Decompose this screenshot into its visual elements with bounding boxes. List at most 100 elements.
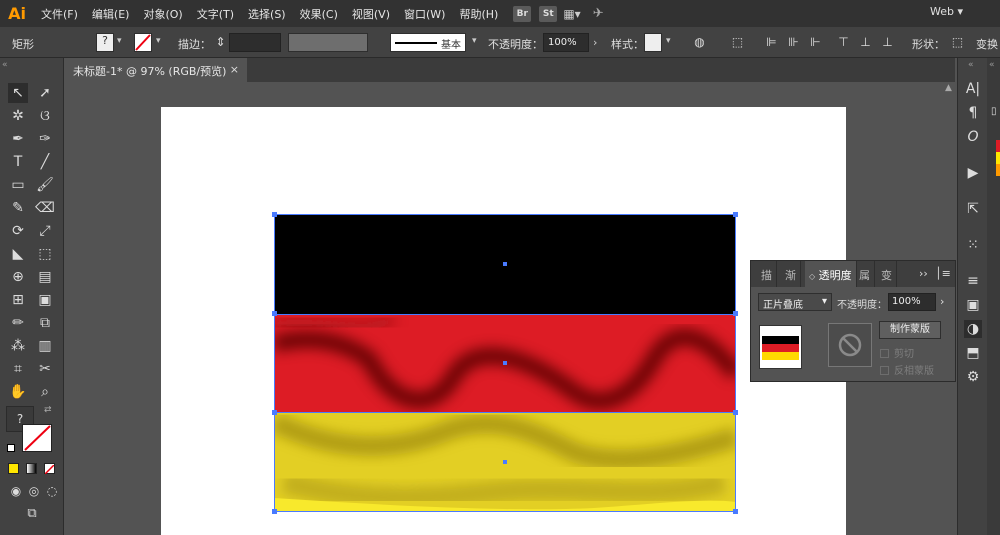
opacity-expand-icon[interactable]: › <box>593 36 597 49</box>
style-dropdown-icon[interactable]: ▾ <box>666 36 671 46</box>
pen-tool-icon[interactable]: ✒ <box>8 129 28 149</box>
make-mask-button[interactable]: 制作蒙版 <box>879 321 941 339</box>
character-panel-icon[interactable]: A| <box>964 80 982 98</box>
curvature-tool-icon[interactable]: ✑ <box>35 129 55 149</box>
menu-type[interactable]: 文字(T) <box>190 6 241 22</box>
brush-dropdown-icon[interactable]: ▾ <box>472 36 477 46</box>
menu-select[interactable]: 选择(S) <box>241 6 293 22</box>
opacity-mask-thumbnail[interactable] <box>828 323 872 367</box>
align-center-icon[interactable]: ⊪ <box>786 35 801 49</box>
shape-properties-icon[interactable]: ⬚ <box>950 35 965 49</box>
menu-object[interactable]: 对象(O) <box>136 6 189 22</box>
swatch-orange[interactable] <box>996 164 1000 176</box>
screen-mode-icon[interactable]: ⧉ <box>22 504 42 524</box>
resize-handle[interactable] <box>272 509 277 514</box>
invert-mask-checkbox[interactable]: 反相蒙版 <box>880 362 934 377</box>
column-graph-tool-icon[interactable]: ▥ <box>35 336 55 356</box>
menu-effect[interactable]: 效果(C) <box>293 6 345 22</box>
stroke-weight-stepper[interactable]: ⇕ <box>213 35 228 49</box>
artboards-panel-icon[interactable]: ⁙ <box>964 236 982 254</box>
gradient-tool-icon[interactable]: ▣ <box>35 290 55 310</box>
stroke-color-box[interactable] <box>22 424 52 452</box>
selection-tool-icon[interactable]: ↖ <box>8 83 28 103</box>
stroke-dropdown-icon[interactable]: ▾ <box>156 36 161 46</box>
resize-handle[interactable] <box>272 410 277 415</box>
brush-definition[interactable]: 基本 <box>390 33 466 52</box>
zoom-tool-icon[interactable]: ⌕ <box>35 382 55 402</box>
blend-tool-icon[interactable]: ⧉ <box>35 313 55 333</box>
stock-button[interactable]: St <box>539 5 558 22</box>
blend-mode-select[interactable]: 正片叠底 ▾ <box>758 293 832 311</box>
export-panel-icon[interactable]: ⇱ <box>964 200 982 218</box>
tab-gradient[interactable]: 渐 <box>781 261 801 287</box>
menu-edit[interactable]: 编辑(E) <box>85 6 137 22</box>
menu-file[interactable]: 文件(F) <box>34 6 85 22</box>
panel-menu-icon[interactable]: │≡ <box>935 267 951 280</box>
paintbrush-tool-icon[interactable]: 🖌 <box>35 175 55 195</box>
shape-builder-tool-icon[interactable]: ⊕ <box>8 267 28 287</box>
tab-transparency[interactable]: ◇ 透明度 <box>805 261 857 287</box>
rectangle-tool-icon[interactable]: ▭ <box>8 175 28 195</box>
opacity-field[interactable]: 100% <box>543 33 589 52</box>
resize-handle[interactable] <box>733 311 738 316</box>
panel-collapse-icon[interactable]: ›› <box>919 267 928 280</box>
draw-behind-icon[interactable]: ◎ <box>24 481 44 501</box>
opentype-panel-icon[interactable]: O <box>964 128 982 146</box>
width-tool-icon[interactable]: ◣ <box>8 244 28 264</box>
transform-label[interactable]: 变换 <box>976 36 998 52</box>
collapse-toolbar-icon[interactable]: « <box>2 60 8 70</box>
draw-inside-icon[interactable]: ◌ <box>42 481 62 501</box>
actions-panel-icon[interactable]: ▶ <box>964 164 982 182</box>
close-icon[interactable]: × <box>230 63 239 76</box>
workspace-switcher[interactable]: Web ▾ <box>930 5 963 18</box>
paragraph-panel-icon[interactable]: ¶ <box>964 104 982 122</box>
align-middle-icon[interactable]: ⊥ <box>858 35 873 49</box>
swap-fill-stroke-icon[interactable]: ⇄ <box>44 405 52 415</box>
menu-window[interactable]: 窗口(W) <box>397 6 452 22</box>
gradient-mode-icon[interactable] <box>26 463 37 474</box>
align-right-icon[interactable]: ⊩ <box>808 35 823 49</box>
graphic-styles-panel-icon[interactable]: ⚙ <box>964 368 982 386</box>
mesh-tool-icon[interactable]: ⊞ <box>8 290 28 310</box>
align-top-icon[interactable]: ⊤ <box>836 35 851 49</box>
gpu-performance-icon[interactable]: ✈ <box>593 6 604 21</box>
align-to-icon[interactable]: ⬚ <box>730 35 745 49</box>
menu-view[interactable]: 视图(V) <box>345 6 397 22</box>
clip-checkbox[interactable]: 剪切 <box>880 345 914 360</box>
perspective-grid-tool-icon[interactable]: ▤ <box>35 267 55 287</box>
transparency-panel-icon[interactable]: ◑ <box>964 320 982 338</box>
panel-opacity-field[interactable]: 100% <box>888 293 936 311</box>
appearance-panel-icon[interactable]: ⬒ <box>964 344 982 362</box>
collapsed-panel-icon[interactable]: ▯ <box>991 106 997 117</box>
color-mode-icon[interactable] <box>8 463 19 474</box>
bridge-button[interactable]: Br <box>513 5 532 22</box>
magic-wand-tool-icon[interactable]: ✲ <box>8 106 28 126</box>
swatch-yellow[interactable] <box>996 152 1000 164</box>
artboard-tool-icon[interactable]: ⌗ <box>8 359 28 379</box>
align-left-icon[interactable]: ⊫ <box>764 35 779 49</box>
line-segment-tool-icon[interactable]: ╱ <box>35 152 55 172</box>
tab-attributes[interactable]: 属 <box>855 261 875 287</box>
arrange-documents-icon[interactable]: ▦▾ <box>563 7 580 21</box>
tab-stroke[interactable]: 描 <box>757 261 777 287</box>
document-tab[interactable]: 未标题-1* @ 97% (RGB/预览) × <box>65 58 247 82</box>
shaper-tool-icon[interactable]: ✎ <box>8 198 28 218</box>
menu-help[interactable]: 帮助(H) <box>452 6 505 22</box>
resize-handle[interactable] <box>272 212 277 217</box>
variable-width-profile[interactable] <box>288 33 368 52</box>
resize-handle[interactable] <box>733 509 738 514</box>
rotate-tool-icon[interactable]: ⟳ <box>8 221 28 241</box>
symbol-sprayer-tool-icon[interactable]: ⁂ <box>8 336 28 356</box>
align-bottom-icon[interactable]: ⊥ <box>880 35 895 49</box>
tab-transform[interactable]: 变 <box>877 261 897 287</box>
type-tool-icon[interactable]: T <box>8 152 28 172</box>
stroke-weight-field[interactable] <box>229 33 281 52</box>
resize-handle[interactable] <box>272 311 277 316</box>
expand-dock-icon[interactable]: « <box>989 60 995 70</box>
hand-tool-icon[interactable]: ✋ <box>8 382 28 402</box>
resize-handle[interactable] <box>733 410 738 415</box>
eraser-tool-icon[interactable]: ⌫ <box>35 198 55 218</box>
stroke-swatch[interactable] <box>134 33 152 52</box>
recolor-artwork-icon[interactable]: ◍ <box>692 35 707 49</box>
expand-dock-icon[interactable]: « <box>968 60 974 70</box>
